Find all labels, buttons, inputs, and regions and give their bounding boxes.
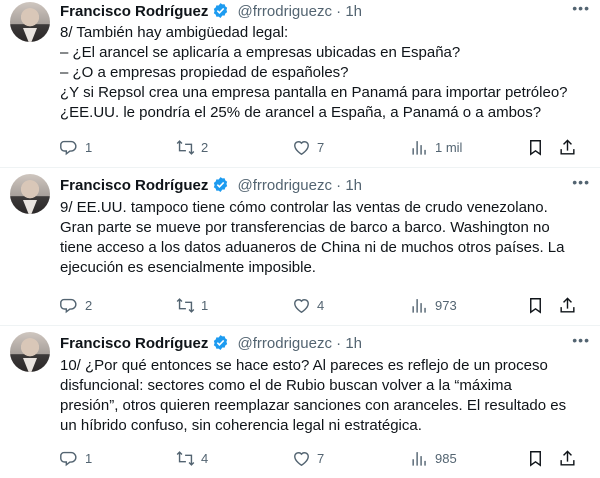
retweet-count: 1 [201, 297, 209, 313]
reply-icon [60, 140, 77, 155]
bookmark-icon [530, 139, 541, 156]
tweet-line: Gran parte se mueve por transferencias d… [60, 219, 550, 236]
tweet-header: Francisco Rodríguez @frrodriguezc · 1h [60, 176, 580, 196]
tweet-actions: 2 1 4 973 [60, 295, 590, 315]
share-icon [560, 296, 575, 313]
like-count: 7 [317, 450, 325, 466]
reply-icon [60, 451, 77, 466]
reply-count: 1 [85, 139, 93, 155]
retweet-count: 2 [201, 139, 209, 155]
retweet-button[interactable]: 4 [176, 448, 208, 468]
tweet[interactable]: Francisco Rodríguez @frrodriguezc · 1h •… [0, 0, 600, 168]
tweet-line: ¿Y si Repsol crea una empresa pantalla e… [60, 84, 568, 101]
more-icon[interactable]: ••• [572, 332, 590, 348]
views-icon [412, 298, 426, 313]
reply-count: 1 [85, 450, 93, 466]
tweet-line: 9/ EE.UU. tampoco tiene cómo controlar l… [60, 199, 548, 216]
tweet-text: 10/ ¿Por qué entonces se hace esto? Al p… [60, 356, 586, 436]
retweet-button[interactable]: 2 [176, 137, 208, 157]
avatar[interactable] [10, 332, 50, 372]
share-icon [560, 138, 575, 155]
tweet-header: Francisco Rodríguez @frrodriguezc · 1h [60, 334, 580, 354]
share-button[interactable] [558, 295, 577, 315]
tweet-actions: 1 2 7 1 mil [60, 137, 590, 157]
reply-count: 2 [85, 297, 93, 313]
like-button[interactable]: 7 [292, 137, 324, 157]
views-count: 985 [435, 450, 457, 466]
bookmark-button[interactable] [526, 137, 545, 157]
views-button[interactable]: 1 mil [410, 137, 462, 157]
like-count: 7 [317, 139, 325, 155]
reply-icon [60, 298, 77, 313]
tweet-line: ¿EE.UU. le pondría el 25% de arancel a E… [60, 104, 542, 121]
verified-badge-icon [212, 2, 229, 25]
retweet-icon [176, 297, 195, 313]
author-name[interactable]: Francisco Rodríguez [60, 177, 208, 194]
tweet-line: tiene acceso a los datos aduaneros de Ch… [60, 239, 565, 256]
tweet-line: 10/ ¿Por qué entonces se hace esto? Al p… [60, 357, 548, 374]
avatar[interactable] [10, 174, 50, 214]
more-icon[interactable]: ••• [572, 0, 590, 16]
tweet-text: 9/ EE.UU. tampoco tiene cómo controlar l… [60, 198, 586, 278]
reply-button[interactable]: 1 [60, 448, 92, 468]
separator: · [336, 3, 342, 20]
retweet-icon [176, 139, 195, 155]
views-count: 1 mil [435, 139, 463, 155]
views-icon [412, 140, 426, 155]
retweet-count: 4 [201, 450, 209, 466]
verified-badge-icon [212, 334, 229, 357]
bookmark-icon [530, 297, 541, 314]
like-icon [294, 298, 309, 313]
timestamp[interactable]: 1h [345, 3, 362, 20]
tweet-line: un híbrido confuso, sin coherencia legal… [60, 417, 422, 434]
author-name[interactable]: Francisco Rodríguez [60, 3, 208, 20]
tweet-header: Francisco Rodríguez @frrodriguezc · 1h [60, 2, 580, 22]
views-button[interactable]: 973 [410, 295, 457, 315]
like-count: 4 [317, 297, 325, 313]
tweet[interactable]: Francisco Rodríguez @frrodriguezc · 1h •… [0, 168, 600, 326]
bookmark-button[interactable] [526, 295, 545, 315]
more-icon[interactable]: ••• [572, 174, 590, 190]
tweet-line: – ¿El arancel se aplicaría a empresas ub… [60, 44, 461, 61]
bookmark-icon [530, 450, 541, 467]
share-button[interactable] [558, 448, 577, 468]
verified-badge-icon [212, 176, 229, 199]
like-icon [294, 140, 309, 155]
like-icon [294, 451, 309, 466]
author-handle[interactable]: @frrodriguezc [238, 3, 332, 20]
retweet-icon [176, 450, 195, 466]
tweet-line: 8/ También hay ambigüedad legal: [60, 24, 289, 41]
retweet-button[interactable]: 1 [176, 295, 208, 315]
reply-button[interactable]: 1 [60, 137, 92, 157]
like-button[interactable]: 7 [292, 448, 324, 468]
tweet[interactable]: Francisco Rodríguez @frrodriguezc · 1h •… [0, 326, 600, 478]
separator: · [336, 177, 342, 194]
separator: · [336, 335, 342, 352]
timestamp[interactable]: 1h [345, 177, 362, 194]
share-icon [560, 449, 575, 466]
like-button[interactable]: 4 [292, 295, 324, 315]
author-handle[interactable]: @frrodriguezc [238, 177, 332, 194]
tweet-line: presión”, otros quieren reemplazar sanci… [60, 397, 567, 414]
tweet-line: ejecución es esencialmente imposible. [60, 259, 316, 276]
author-name[interactable]: Francisco Rodríguez [60, 335, 208, 352]
tweet-line: – ¿O a empresas propiedad de españoles? [60, 64, 349, 81]
views-count: 973 [435, 297, 457, 313]
timestamp[interactable]: 1h [345, 335, 362, 352]
tweet-line: disfuncional: sectores como el de Rubio … [60, 377, 512, 394]
author-handle[interactable]: @frrodriguezc [238, 335, 332, 352]
tweet-actions: 1 4 7 985 [60, 448, 590, 468]
bookmark-button[interactable] [526, 448, 545, 468]
tweet-text: 8/ También hay ambigüedad legal: – ¿El a… [60, 23, 586, 123]
views-icon [412, 451, 426, 466]
reply-button[interactable]: 2 [60, 295, 92, 315]
avatar[interactable] [10, 2, 50, 42]
share-button[interactable] [558, 137, 577, 157]
views-button[interactable]: 985 [410, 448, 457, 468]
